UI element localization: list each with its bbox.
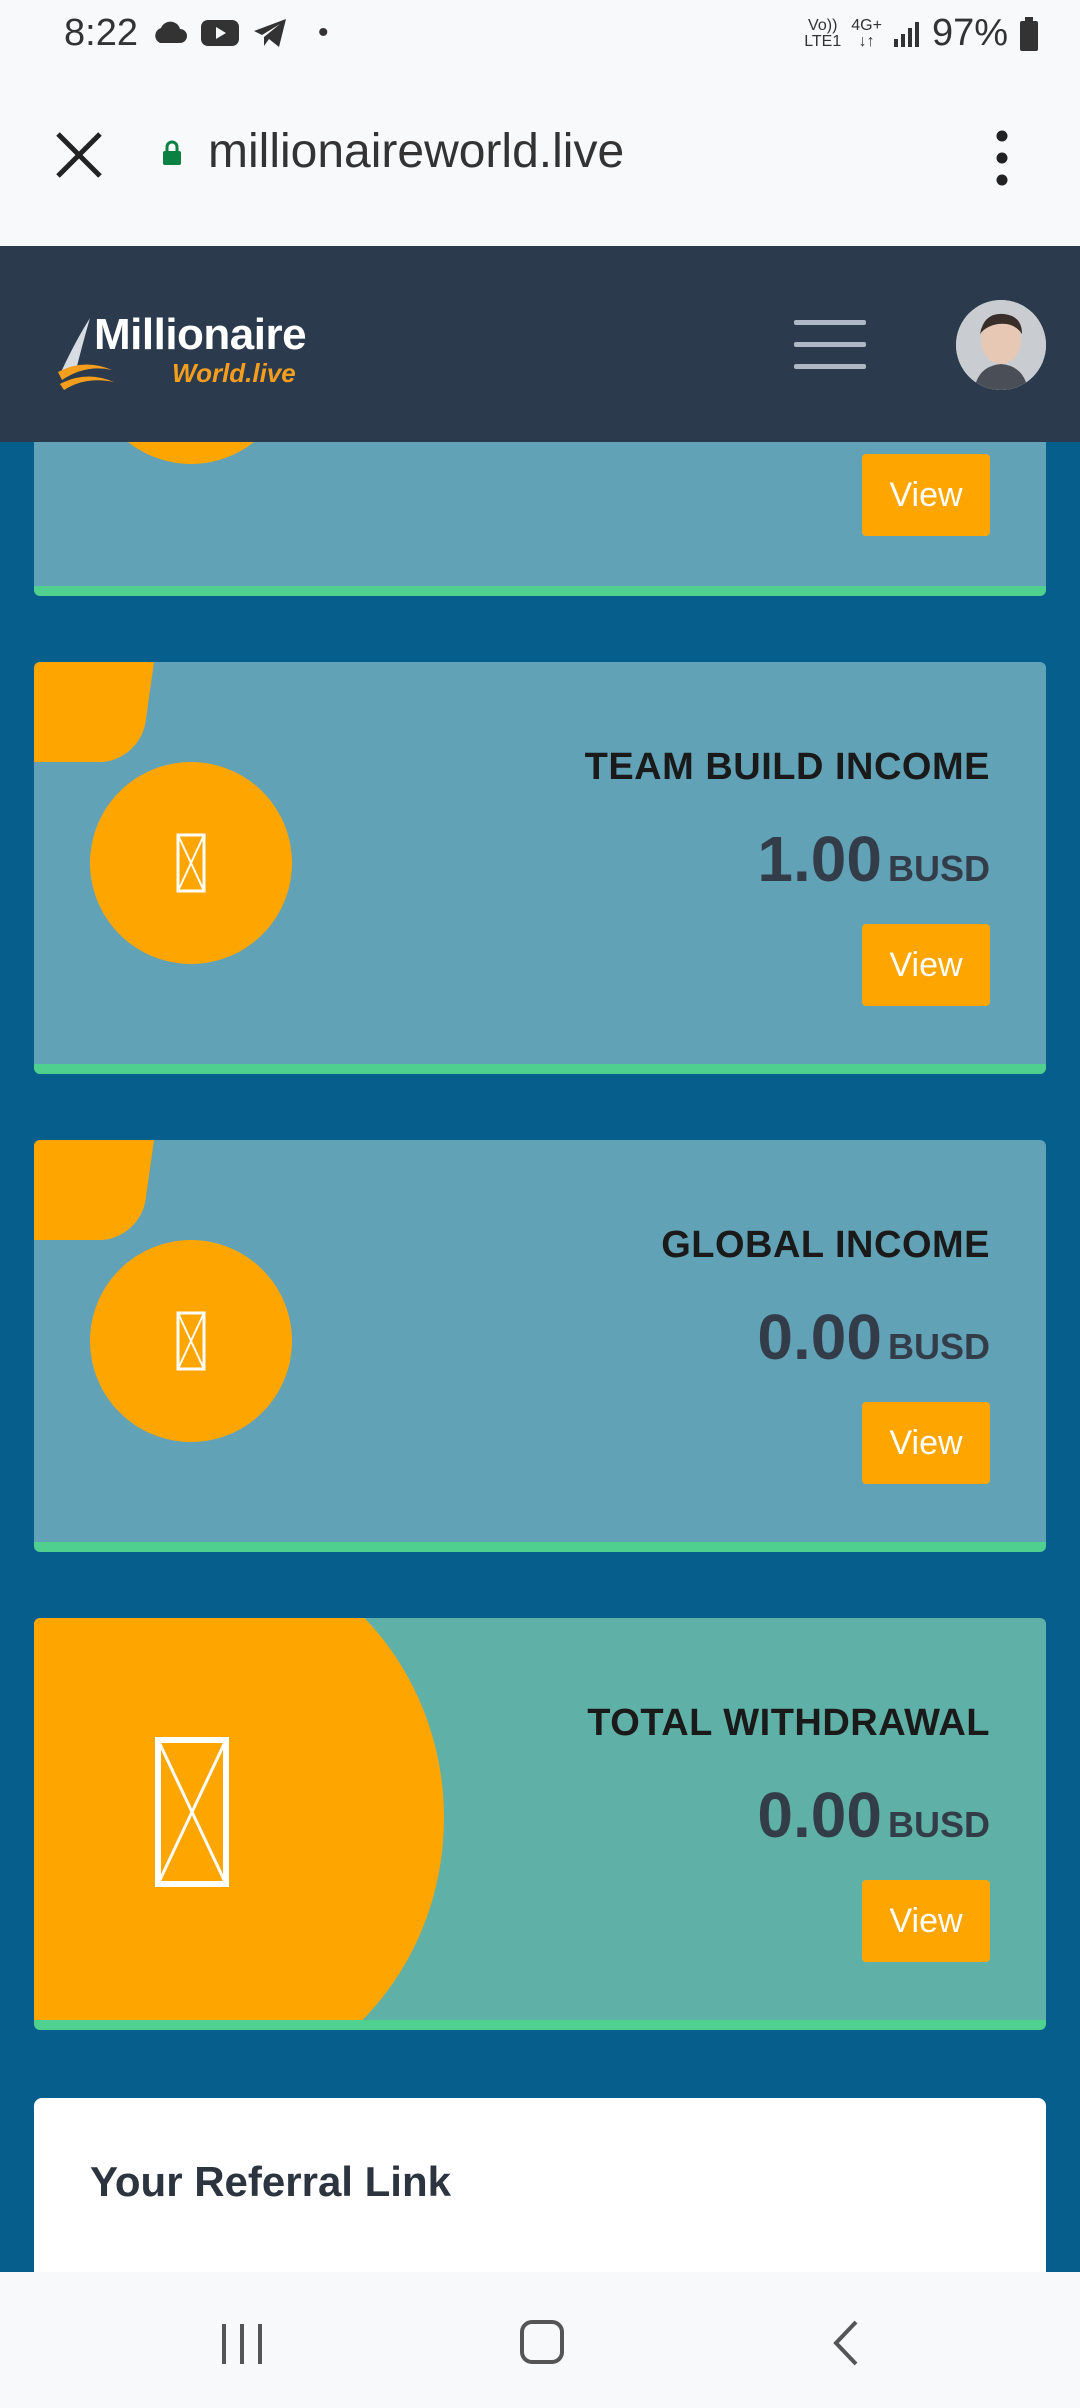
- card-value: 0.00 BUSD: [757, 1300, 990, 1374]
- notification-dot: •: [318, 16, 329, 49]
- site-header: Millionaire World.live: [0, 246, 1080, 442]
- card-currency: BUSD: [887, 1804, 990, 1845]
- status-time: 8:22: [64, 12, 138, 54]
- hamburger-menu-icon[interactable]: [794, 320, 866, 370]
- more-vert-icon[interactable]: [990, 126, 1014, 190]
- dashboard-content: View TEAM BUILD INCOME 1.00 BUSD View GLO…: [0, 442, 1080, 2272]
- avatar-image: [956, 300, 1046, 390]
- view-button[interactable]: View: [862, 1402, 990, 1484]
- broken-image-icon: [176, 1311, 206, 1371]
- youtube-icon: [201, 20, 239, 46]
- card-value: 1.00 BUSD: [757, 822, 990, 896]
- back-icon[interactable]: [830, 2318, 860, 2368]
- system-icons: Vo)) LTE1 4G+ ↓↑ 97%: [804, 12, 1040, 55]
- notification-icons: •: [152, 16, 329, 50]
- system-navigation-bar: [0, 2272, 1080, 2408]
- url-field[interactable]: millionaireworld.live: [208, 124, 624, 179]
- broken-image-icon: [155, 1737, 229, 1887]
- card-corner-decoration: [34, 662, 154, 762]
- global-income-card: GLOBAL INCOME 0.00 BUSD View: [34, 1140, 1046, 1552]
- card-icon-circle: [90, 1240, 292, 1442]
- site-logo[interactable]: Millionaire World.live: [56, 310, 326, 390]
- telegram-icon: [254, 19, 286, 47]
- view-button[interactable]: View: [862, 1880, 990, 1962]
- close-icon[interactable]: [52, 128, 106, 182]
- card-title: TOTAL WITHDRAWAL: [587, 1702, 990, 1744]
- card-icon-circle: [90, 442, 292, 464]
- card-currency: BUSD: [887, 1326, 990, 1367]
- card-title: TEAM BUILD INCOME: [584, 746, 990, 788]
- view-button[interactable]: View: [862, 924, 990, 1006]
- cloud-icon: [155, 21, 187, 43]
- total-withdrawal-card: TOTAL WITHDRAWAL 0.00 BUSD View: [34, 1618, 1046, 2030]
- referral-link-panel: Your Referral Link: [34, 2098, 1046, 2272]
- card-title: GLOBAL INCOME: [661, 1224, 990, 1266]
- card-corner-decoration: [34, 1140, 154, 1240]
- status-bar: 8:22 • Vo)) LTE1 4G+ ↓↑ 97%: [0, 0, 1080, 72]
- lock-icon: [163, 140, 181, 165]
- recents-icon[interactable]: [220, 2322, 264, 2366]
- card-currency: BUSD: [887, 848, 990, 889]
- battery-percent: 97%: [931, 12, 1008, 54]
- battery-icon: [1020, 16, 1038, 51]
- card-blob-decoration: [34, 1618, 444, 2020]
- card-icon-circle: [90, 762, 292, 964]
- card-value: 0.00 BUSD: [757, 1778, 990, 1852]
- card-amount: 0.00: [757, 1301, 882, 1373]
- browser-address-bar: millionaireworld.live: [0, 72, 1080, 246]
- card-amount: 1.00: [757, 823, 882, 895]
- broken-image-icon: [176, 833, 206, 893]
- view-button[interactable]: View: [862, 454, 990, 536]
- network-type-indicator: 4G+ ↓↑: [851, 16, 882, 50]
- team-build-income-card: TEAM BUILD INCOME 1.00 BUSD View: [34, 662, 1046, 1074]
- user-avatar[interactable]: [956, 300, 1046, 390]
- card-amount: 0.00: [757, 1779, 882, 1851]
- volte-indicator: Vo)) LTE1: [804, 16, 842, 50]
- signal-icon: [893, 21, 919, 47]
- logo-subtitle: World.live: [172, 358, 296, 388]
- home-icon[interactable]: [520, 2320, 564, 2364]
- income-card: View: [34, 442, 1046, 596]
- logo-title: Millionaire: [94, 310, 307, 359]
- referral-title: Your Referral Link: [90, 2158, 451, 2205]
